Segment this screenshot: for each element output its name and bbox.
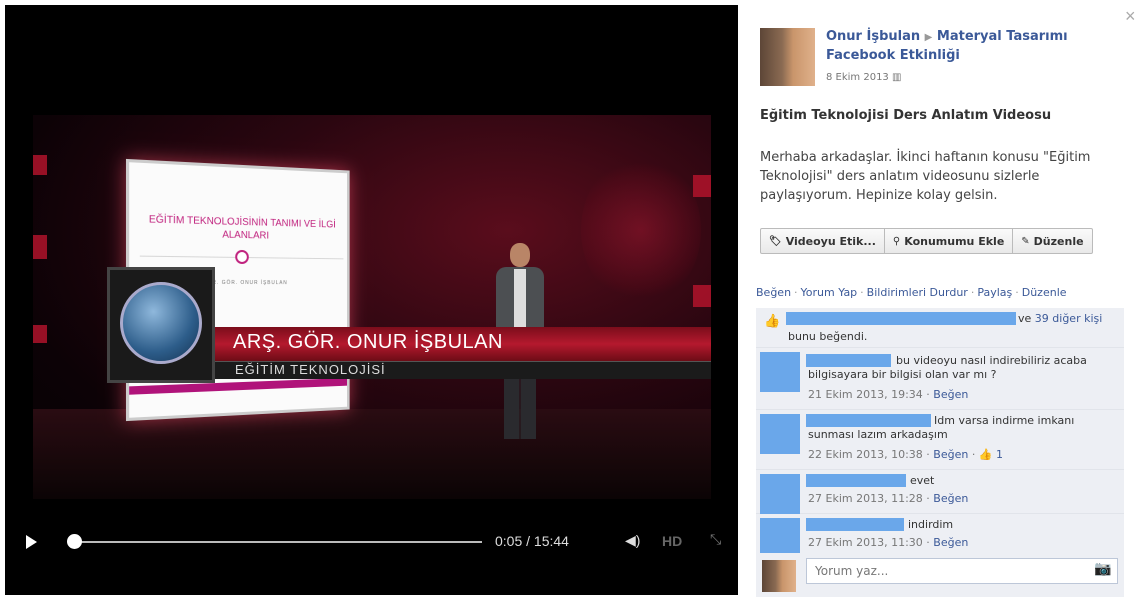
others-link[interactable]: 39 diğer kişi bbox=[1035, 312, 1103, 325]
likes-tail: ve 39 diğer kişi bbox=[1018, 312, 1102, 325]
calendar-icon: ▥ bbox=[892, 72, 902, 83]
thumbs-up-icon: 👍 bbox=[764, 314, 781, 329]
presenter-name: ARŞ. GÖR. ONUR İŞBULAN bbox=[233, 331, 503, 353]
comment-like-count[interactable]: 1 bbox=[996, 448, 1003, 461]
redacted-names bbox=[786, 312, 1016, 325]
commenter-avatar[interactable] bbox=[760, 518, 800, 553]
separator: · bbox=[794, 286, 798, 299]
comment-date[interactable]: 21 Ekim 2013, 19:34 bbox=[808, 388, 923, 401]
progress-handle[interactable] bbox=[66, 534, 82, 549]
studio-floor bbox=[33, 409, 711, 499]
comment-meta: 21 Ekim 2013, 19:34 · Beğen bbox=[808, 388, 968, 401]
comment-item: evet 27 Ekim 2013, 11:28 · Beğen bbox=[756, 470, 1124, 514]
post-action-buttons: 🏷 Videoyu Etik... ⚲ Konumumu Ekle ✎ Düze… bbox=[760, 228, 1093, 254]
time-display: 0:05 / 15:44 bbox=[495, 533, 569, 549]
separator: · bbox=[860, 286, 864, 299]
likes-suffix: bunu beğendi. bbox=[788, 330, 868, 343]
lower-third-caption: ARŞ. GÖR. ONUR İŞBULAN EĞİTİM TEKNOLOJİS… bbox=[107, 267, 717, 387]
likes-summary: 👍 ve 39 diğer kişi bunu beğendi. bbox=[756, 308, 1124, 348]
studio-light bbox=[693, 175, 711, 197]
likes-prefix: ve bbox=[1018, 312, 1032, 325]
add-location-label: Konumumu Ekle bbox=[904, 234, 1005, 248]
arrow-right-icon: ▶ bbox=[924, 32, 933, 43]
camera-icon[interactable]: 📷 bbox=[1094, 561, 1111, 577]
comments-area: 👍 ve 39 diğer kişi bunu beğendi. bu vide… bbox=[756, 308, 1124, 553]
studio-light bbox=[33, 155, 47, 175]
play-icon[interactable] bbox=[26, 535, 37, 549]
studio-light bbox=[33, 235, 47, 259]
like-link[interactable]: Beğen bbox=[756, 286, 791, 299]
slide-title: EĞİTİM TEKNOLOJİSİNİN TANIMI VE İLGİ ALA… bbox=[148, 214, 336, 242]
university-seal-icon bbox=[120, 282, 202, 364]
add-location-button[interactable]: ⚲ Konumumu Ekle bbox=[885, 229, 1014, 253]
presenter-department: EĞİTİM TEKNOLOJİSİ bbox=[235, 362, 386, 377]
author-avatar[interactable] bbox=[760, 28, 815, 86]
separator: · bbox=[971, 448, 976, 461]
comment-item: indirdim 27 Ekim 2013, 11:30 · Beğen bbox=[756, 514, 1124, 553]
university-logo bbox=[107, 267, 215, 383]
comment-date[interactable]: 27 Ekim 2013, 11:28 bbox=[808, 492, 923, 505]
commenter-avatar[interactable] bbox=[760, 352, 800, 392]
volume-icon[interactable]: ◀) bbox=[625, 532, 640, 549]
video-controls: 0:05 / 15:44 ◀) HD ⤡ bbox=[5, 527, 738, 557]
edit-link[interactable]: Düzenle bbox=[1022, 286, 1067, 299]
commenter-avatar[interactable] bbox=[760, 414, 800, 454]
comment-text: Idm varsa indirme imkanı sunması lazım a… bbox=[808, 414, 1075, 441]
separator: · bbox=[970, 286, 975, 299]
comment-text: bu videoyu nasıl indirebiliriz acaba bil… bbox=[808, 354, 1087, 381]
comment-like-link[interactable]: Beğen bbox=[933, 492, 968, 505]
comment-meta: 27 Ekim 2013, 11:30 · Beğen bbox=[808, 536, 968, 549]
post-title: Eğitim Teknolojisi Ders Anlatım Videosu bbox=[760, 108, 1052, 123]
tag-icon: 🏷 bbox=[769, 235, 782, 247]
edit-button[interactable]: ✎ Düzenle bbox=[1013, 229, 1091, 253]
expand-icon[interactable]: ⤡ bbox=[710, 531, 721, 548]
pencil-icon: ✎ bbox=[1021, 235, 1030, 247]
my-avatar bbox=[762, 560, 796, 592]
slide-circle-ornament bbox=[235, 249, 249, 265]
comment-text: indirdim bbox=[908, 518, 954, 531]
studio-light bbox=[33, 325, 47, 343]
comment-like-link[interactable]: Beğen bbox=[933, 448, 968, 461]
post-date-text[interactable]: 8 Ekim 2013 bbox=[826, 72, 889, 83]
comment-input[interactable] bbox=[806, 558, 1118, 584]
separator: · bbox=[926, 536, 930, 549]
separator: · bbox=[926, 492, 930, 505]
separator: · bbox=[926, 448, 930, 461]
comment-text: evet bbox=[910, 474, 935, 487]
thumbs-up-icon[interactable]: 👍 bbox=[979, 448, 993, 461]
commenter-avatar[interactable] bbox=[760, 474, 800, 514]
separator: · bbox=[926, 388, 930, 401]
post-date: 8 Ekim 2013 ▥ bbox=[826, 72, 901, 83]
comment-link[interactable]: Yorum Yap bbox=[801, 286, 858, 299]
comment-item: bu videoyu nasıl indirebiliriz acaba bil… bbox=[756, 348, 1124, 410]
author-link[interactable]: Onur İşbulan bbox=[826, 29, 920, 44]
video-player[interactable]: EĞİTİM TEKNOLOJİSİNİN TANIMI VE İLGİ ALA… bbox=[5, 5, 738, 595]
separator: · bbox=[1015, 286, 1019, 299]
post-body: Merhaba arkadaşlar. İkinci haftanın konu… bbox=[760, 150, 1091, 203]
stop-notifications-link[interactable]: Bildirimleri Durdur bbox=[867, 286, 968, 299]
comment-like-link[interactable]: Beğen bbox=[933, 536, 968, 549]
comment-like-link[interactable]: Beğen bbox=[933, 388, 968, 401]
comment-date[interactable]: 27 Ekim 2013, 11:30 bbox=[808, 536, 923, 549]
comment-meta: 22 Ekim 2013, 10:38 · Beğen · 👍 1 bbox=[808, 448, 1003, 461]
edit-label: Düzenle bbox=[1033, 234, 1084, 248]
comment-date[interactable]: 22 Ekim 2013, 10:38 bbox=[808, 448, 923, 461]
post-action-links: Beğen · Yorum Yap · Bildirimleri Durdur · Payl… bbox=[756, 286, 1067, 299]
progress-bar[interactable] bbox=[72, 541, 482, 543]
comment-item: Idm varsa indirme imkanı sunması lazım a… bbox=[756, 410, 1124, 470]
post-sidebar: Onur İşbulan ▶ Materyal Tasarımı Faceboo… bbox=[756, 0, 1128, 597]
hd-button[interactable]: HD bbox=[662, 533, 682, 549]
tag-video-label: Videoyu Etik... bbox=[785, 234, 876, 248]
write-comment-row: 📷 bbox=[756, 553, 1124, 597]
share-link[interactable]: Paylaş bbox=[977, 286, 1012, 299]
comment-meta: 27 Ekim 2013, 11:28 · Beğen bbox=[808, 492, 968, 505]
post-header: Onur İşbulan ▶ Materyal Tasarımı Faceboo… bbox=[826, 28, 1106, 65]
tag-video-button[interactable]: 🏷 Videoyu Etik... bbox=[761, 229, 885, 253]
location-pin-icon: ⚲ bbox=[892, 235, 901, 247]
